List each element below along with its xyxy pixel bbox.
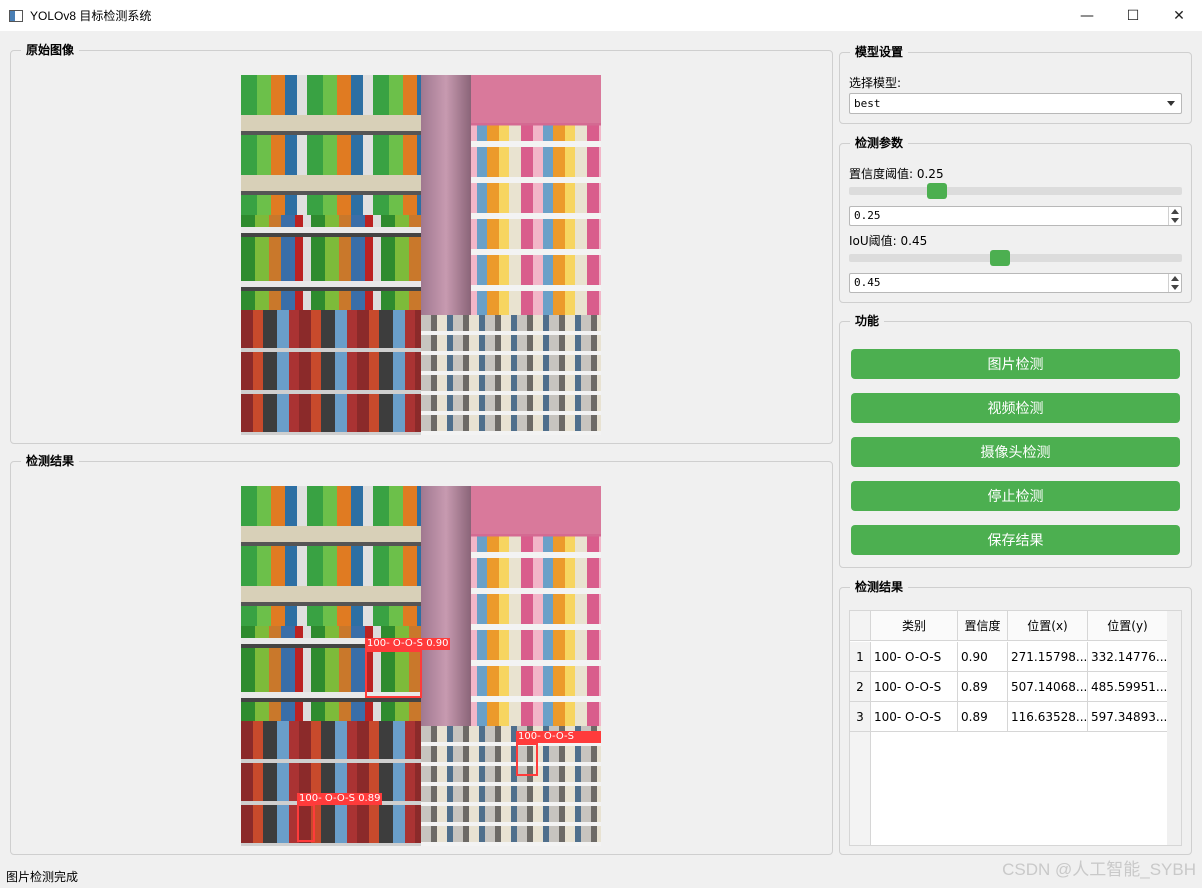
status-text: 图片检测完成 (6, 870, 79, 884)
results-table: 类别 置信度 位置(x) 位置(y) 1 100- O-O-S 0.90 271… (849, 610, 1182, 846)
stop-detect-button[interactable]: 停止检测 (851, 481, 1180, 511)
conf-slider-handle[interactable] (927, 183, 947, 199)
table-cell-confidence[interactable]: 0.89 (958, 702, 1008, 732)
conf-spinbox-value: 0.25 (854, 209, 881, 222)
iou-spinbox-value: 0.45 (854, 276, 881, 289)
camera-detect-button[interactable]: 摄像头检测 (851, 437, 1180, 467)
detection-image-panel: 检测结果 100- O-O-S 0.90 100- O-O-S 100- O-O… (10, 454, 833, 855)
column-header-class[interactable]: 类别 (871, 611, 958, 641)
image-detect-button[interactable]: 图片检测 (851, 349, 1180, 379)
maximize-button[interactable]: ☐ (1110, 0, 1156, 31)
arrow-down-icon[interactable] (1171, 218, 1179, 223)
minimize-button[interactable]: — (1064, 0, 1110, 31)
window-controls: — ☐ ✕ (1064, 0, 1202, 31)
save-results-button[interactable]: 保存结果 (851, 525, 1180, 555)
conf-slider[interactable] (849, 187, 1182, 195)
model-select-label: 选择模型: (849, 76, 902, 90)
arrow-down-icon[interactable] (1171, 285, 1179, 290)
model-select[interactable]: best (849, 93, 1182, 114)
arrow-up-icon[interactable] (1171, 276, 1179, 281)
table-cell-y[interactable]: 332.14776... (1088, 642, 1168, 672)
detection-label-3: 100- O-O-S 0.89 (297, 793, 383, 805)
app-icon (9, 9, 23, 22)
table-cell-confidence[interactable]: 0.90 (958, 642, 1008, 672)
detection-label-2: 100- O-O-S (516, 731, 601, 743)
original-image-panel: 原始图像 (10, 43, 833, 444)
detection-image: 100- O-O-S 0.90 100- O-O-S 100- O-O-S 0.… (241, 486, 601, 846)
watermark: CSDN @人工智能_SYBH (1002, 860, 1196, 879)
conf-spinbox-buttons[interactable] (1168, 207, 1181, 225)
table-cell-class[interactable]: 100- O-O-S (871, 702, 958, 732)
functions-title: 功能 (850, 314, 885, 328)
table-cell-x[interactable]: 116.63528... (1008, 702, 1088, 732)
video-detect-button[interactable]: 视频检测 (851, 393, 1180, 423)
table-corner[interactable] (850, 611, 871, 641)
detection-label-1: 100- O-O-S 0.90 (365, 638, 451, 650)
table-cell-x[interactable]: 271.15798... (1008, 642, 1088, 672)
arrow-up-icon[interactable] (1171, 209, 1179, 214)
table-cell-y[interactable]: 485.59951... (1088, 672, 1168, 702)
table-cell-confidence[interactable]: 0.89 (958, 672, 1008, 702)
results-table-title: 检测结果 (850, 580, 909, 594)
title-bar: YOLOv8 目标检测系统 — ☐ ✕ (0, 0, 1202, 31)
column-header-confidence[interactable]: 置信度 (958, 611, 1008, 641)
table-row-gutter (850, 732, 871, 845)
row-header[interactable]: 1 (850, 642, 871, 672)
iou-spinbox-buttons[interactable] (1168, 274, 1181, 292)
iou-threshold-label: IoU阈值: 0.45 (849, 234, 928, 248)
conf-spinbox[interactable]: 0.25 (849, 206, 1182, 226)
column-header-y[interactable]: 位置(y) (1088, 611, 1168, 641)
row-header[interactable]: 3 (850, 702, 871, 732)
detection-box-2 (516, 743, 538, 776)
table-cell-y[interactable]: 597.34893... (1088, 702, 1168, 732)
detection-box-1 (365, 650, 422, 698)
window-title: YOLOv8 目标检测系统 (30, 9, 152, 23)
iou-slider-handle[interactable] (990, 250, 1010, 266)
iou-slider[interactable] (849, 254, 1182, 262)
table-cell-x[interactable]: 507.14068... (1008, 672, 1088, 702)
column-header-x[interactable]: 位置(x) (1008, 611, 1088, 641)
model-settings-title: 模型设置 (850, 45, 909, 59)
model-select-value: best (854, 97, 881, 110)
detect-params-title: 检测参数 (850, 136, 909, 150)
original-image (241, 75, 601, 435)
close-button[interactable]: ✕ (1156, 0, 1202, 31)
original-image-title: 原始图像 (21, 43, 80, 57)
detection-box-3 (297, 804, 315, 842)
table-cell-class[interactable]: 100- O-O-S (871, 672, 958, 702)
chevron-down-icon (1167, 101, 1175, 106)
conf-threshold-label: 置信度阈值: 0.25 (849, 167, 944, 181)
table-cell-class[interactable]: 100- O-O-S (871, 642, 958, 672)
row-header[interactable]: 2 (850, 672, 871, 702)
detection-image-title: 检测结果 (21, 454, 80, 468)
table-scrollbar[interactable] (1167, 611, 1181, 845)
iou-spinbox[interactable]: 0.45 (849, 273, 1182, 293)
